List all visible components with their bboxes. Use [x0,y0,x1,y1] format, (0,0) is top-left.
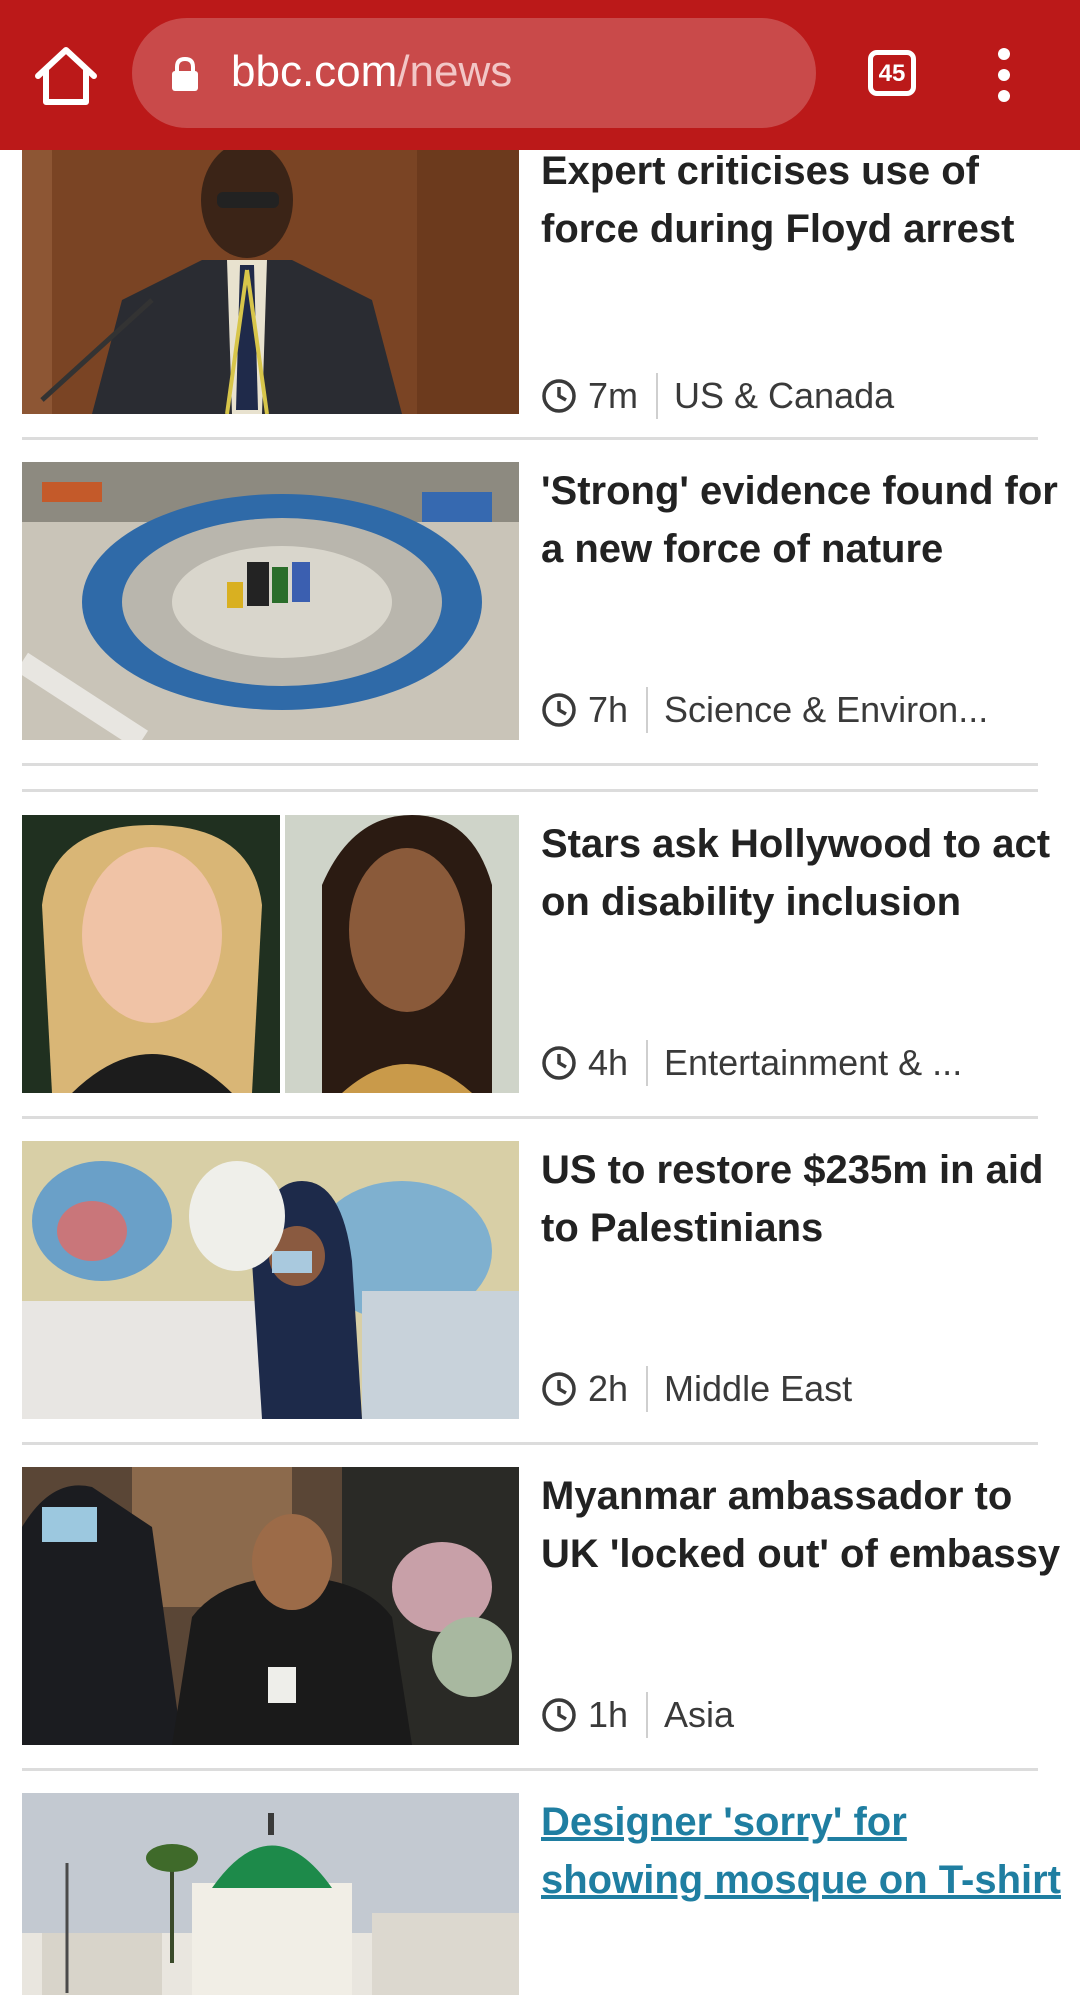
story-meta: 7m US & Canada [541,372,894,420]
address-bar[interactable]: bbc.com/news [132,18,816,128]
meta-separator [656,373,659,419]
news-feed: Expert criticises use of force during Fl… [0,0,1080,1995]
story-divider [22,1442,1038,1445]
story-age: 7h [588,689,629,730]
story-thumbnail[interactable] [22,1793,519,1995]
meta-separator [646,1040,649,1086]
story-section-link[interactable]: US & Canada [674,375,894,417]
meta-separator [646,1366,649,1412]
meta-separator [646,687,649,733]
url-domain: bbc.com [231,47,398,96]
story-headline[interactable]: US to restore $235m in aid to Palestinia… [541,1141,1061,1257]
story-age: 2h [588,1368,629,1409]
url-text: bbc.com/news [231,44,512,100]
story-headline[interactable]: Designer 'sorry' for showing mosque on T… [541,1793,1061,1909]
browser-toolbar: bbc.com/news 45 [0,0,1080,150]
story-headline[interactable]: 'Strong' evidence found for a new force … [541,462,1061,578]
story-divider [22,1768,1038,1771]
story-divider [22,789,1038,792]
story-section-link[interactable]: Middle East [664,1368,852,1410]
meta-separator [646,1692,649,1738]
story-age: 7m [588,375,639,416]
story-meta: 7h Science & Environ... [541,686,988,734]
story-headline[interactable]: Myanmar ambassador to UK 'locked out' of… [541,1467,1061,1583]
story-section-link[interactable]: Entertainment & ... [664,1042,962,1084]
story-thumbnail[interactable] [22,1141,519,1419]
story-section-link[interactable]: Science & Environ... [664,689,988,731]
clock-icon [542,1372,576,1406]
url-path: /news [397,47,513,96]
story-age: 4h [588,1042,629,1083]
home-icon [35,47,97,105]
story-meta: 1h Asia [541,1691,734,1739]
story-thumbnail[interactable] [22,815,519,1093]
clock-icon [542,1046,576,1080]
more-vert-icon[interactable] [990,48,1018,102]
lock-icon [172,56,198,91]
story-divider [22,1116,1038,1119]
home-button[interactable] [30,42,102,108]
story-headline[interactable]: Expert criticises use of force during Fl… [541,142,1061,258]
story-meta: 4h Entertainment & ... [541,1039,962,1087]
clock-icon [542,1698,576,1732]
clock-icon [542,379,576,413]
clock-icon [542,693,576,727]
story-headline[interactable]: Stars ask Hollywood to act on disability… [541,815,1061,931]
story-thumbnail[interactable] [22,1467,519,1745]
story-thumbnail[interactable] [22,150,519,414]
story-age: 1h [588,1694,629,1735]
story-divider [22,763,1038,766]
tab-switcher-icon[interactable]: 45 [868,50,916,96]
story-divider [22,437,1038,440]
story-thumbnail[interactable] [22,462,519,740]
story-section-link[interactable]: Asia [664,1694,734,1736]
story-meta: 2h Middle East [541,1365,852,1413]
